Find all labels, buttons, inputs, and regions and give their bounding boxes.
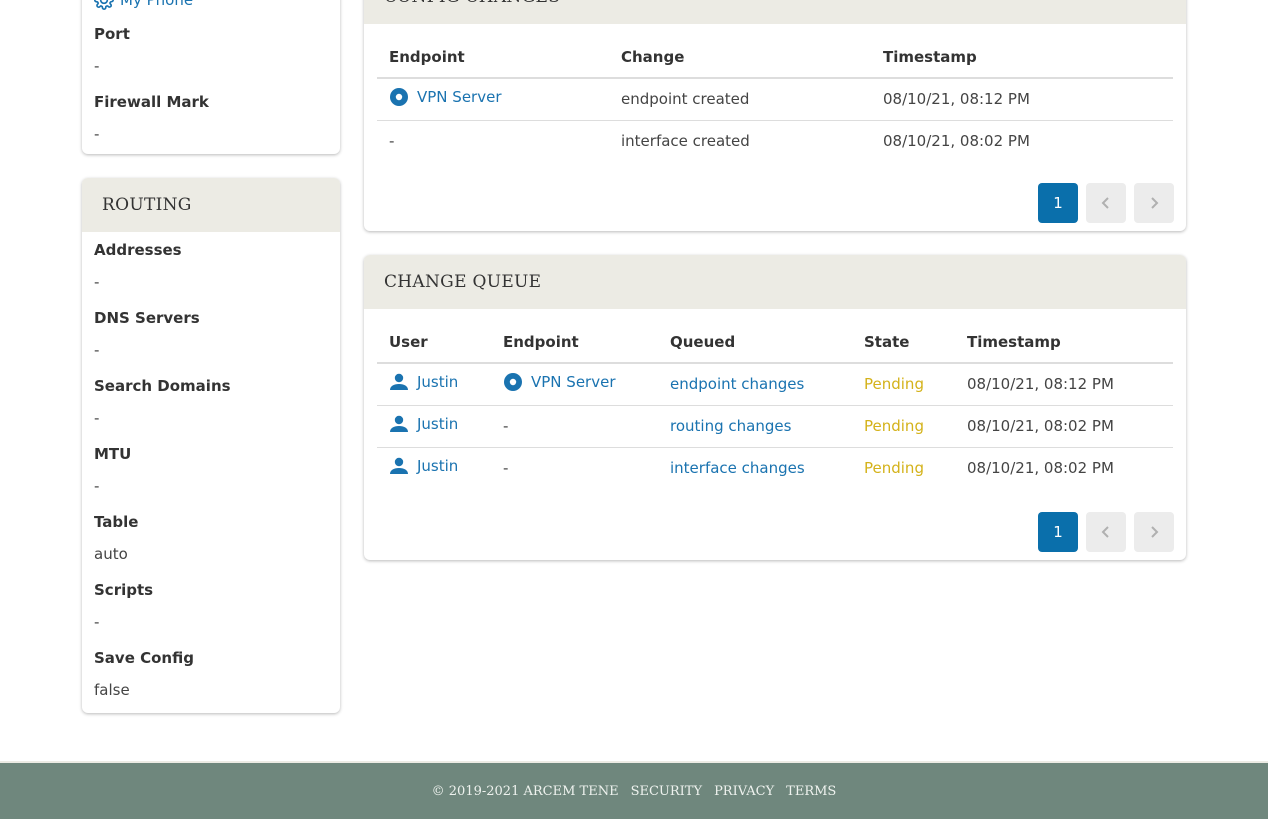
- security-link[interactable]: SECURITY: [631, 784, 702, 799]
- state-badge: Pending: [852, 363, 955, 406]
- table-row: VPN Server endpoint created 08/10/21, 08…: [377, 78, 1173, 121]
- col-change: Change: [609, 36, 871, 79]
- timestamp-cell: 08/10/21, 08:12 PM: [955, 363, 1173, 406]
- endpoint-name: VPN Server: [531, 373, 616, 392]
- queued-link[interactable]: routing changes: [670, 417, 791, 435]
- chevron-right-icon: [1151, 197, 1159, 209]
- mtu-label: MTU: [94, 445, 132, 463]
- user-link[interactable]: Justin: [389, 457, 458, 475]
- user-link[interactable]: Justin: [389, 373, 458, 391]
- config-pagination: 1: [1038, 183, 1174, 223]
- state-badge: Pending: [852, 405, 955, 448]
- user-link[interactable]: Justin: [389, 415, 458, 433]
- firewall-mark-value: -: [94, 125, 100, 143]
- change-cell: endpoint created: [609, 78, 871, 121]
- dns-servers-value: -: [94, 341, 100, 359]
- user-icon: [390, 458, 408, 475]
- table-row: Justin - routing changes Pending 08/10/2…: [377, 405, 1173, 448]
- chevron-right-icon: [1151, 526, 1159, 538]
- endpoint-name: VPN Server: [417, 88, 502, 107]
- privacy-link[interactable]: PRIVACY: [714, 784, 774, 799]
- col-user: User: [377, 321, 491, 364]
- port-label: Port: [94, 25, 130, 43]
- table-row: Justin - interface changes Pending 08/10…: [377, 447, 1173, 489]
- queue-pagination: 1: [1038, 512, 1174, 552]
- endpoint-cell: -: [491, 405, 658, 448]
- firewall-mark-label: Firewall Mark: [94, 93, 209, 111]
- interface-card: My Phone Port - Firewall Mark -: [82, 0, 340, 154]
- addresses-label: Addresses: [94, 241, 182, 259]
- config-changes-card: CONFIG CHANGES Endpoint Change Timestamp…: [364, 0, 1186, 231]
- change-queue-table: User Endpoint Queued State Timestamp Jus…: [377, 321, 1173, 489]
- user-name: Justin: [417, 457, 459, 476]
- copyright: © 2019-2021 ARCEM TENE: [431, 783, 619, 799]
- page-1-button[interactable]: 1: [1038, 512, 1078, 552]
- timestamp-cell: 08/10/21, 08:02 PM: [883, 132, 1030, 151]
- routing-card: ROUTING Addresses - DNS Servers - Search…: [82, 178, 340, 713]
- prev-page-button[interactable]: [1086, 512, 1126, 552]
- table-row: Justin VPN Server endpoint changes Pendi…: [377, 363, 1173, 406]
- my-phone-label: My Phone: [120, 0, 194, 9]
- endpoint-dot-icon: [390, 88, 408, 107]
- search-domains-value: -: [94, 409, 100, 427]
- change-queue-header: CHANGE QUEUE: [364, 255, 1186, 309]
- routing-header: ROUTING: [82, 178, 340, 232]
- timestamp-cell: 08/10/21, 08:12 PM: [871, 78, 1173, 121]
- scripts-label: Scripts: [94, 581, 154, 599]
- col-timestamp: Timestamp: [955, 321, 1173, 364]
- endpoint-cell: -: [503, 459, 509, 478]
- col-timestamp: Timestamp: [871, 36, 1173, 79]
- gear-icon: [94, 0, 114, 10]
- table-label: Table: [94, 513, 139, 531]
- chevron-left-icon: [1101, 526, 1109, 538]
- table-row: - interface created 08/10/21, 08:02 PM: [377, 120, 1173, 162]
- endpoint-link[interactable]: VPN Server: [503, 372, 616, 392]
- save-config-value: false: [94, 681, 130, 699]
- queued-link[interactable]: endpoint changes: [670, 375, 804, 393]
- col-endpoint: Endpoint: [491, 321, 658, 364]
- chevron-left-icon: [1101, 197, 1109, 209]
- page-1-button[interactable]: 1: [1038, 183, 1078, 223]
- search-domains-label: Search Domains: [94, 377, 231, 395]
- save-config-label: Save Config: [94, 649, 194, 667]
- change-queue-card: CHANGE QUEUE User Endpoint Queued State …: [364, 255, 1186, 560]
- timestamp-cell: 08/10/21, 08:02 PM: [967, 459, 1114, 478]
- prev-page-button[interactable]: [1086, 183, 1126, 223]
- col-queued: Queued: [658, 321, 852, 364]
- scripts-value: -: [94, 613, 100, 631]
- change-cell: interface created: [621, 132, 750, 151]
- user-icon: [390, 415, 408, 432]
- dns-servers-label: DNS Servers: [94, 309, 200, 327]
- state-badge: Pending: [864, 459, 924, 478]
- col-state: State: [852, 321, 955, 364]
- addresses-value: -: [94, 273, 100, 291]
- user-icon: [390, 374, 408, 391]
- endpoint-cell: -: [389, 132, 395, 151]
- terms-link[interactable]: TERMS: [786, 784, 836, 799]
- config-changes-header: CONFIG CHANGES: [364, 0, 1186, 24]
- mtu-value: -: [94, 477, 100, 495]
- port-value: -: [94, 57, 100, 75]
- col-endpoint: Endpoint: [377, 36, 609, 79]
- timestamp-cell: 08/10/21, 08:02 PM: [955, 405, 1173, 448]
- config-changes-table: Endpoint Change Timestamp VPN Server end…: [377, 36, 1173, 162]
- queued-link[interactable]: interface changes: [670, 459, 805, 477]
- endpoint-link[interactable]: VPN Server: [389, 87, 502, 107]
- endpoint-dot-icon: [504, 373, 522, 392]
- table-value: auto: [94, 545, 128, 563]
- user-name: Justin: [417, 373, 459, 392]
- my-phone-link[interactable]: My Phone: [94, 0, 193, 10]
- user-name: Justin: [417, 415, 459, 433]
- next-page-button[interactable]: [1134, 512, 1174, 552]
- footer: © 2019-2021 ARCEM TENE SECURITY PRIVACY …: [0, 761, 1268, 819]
- next-page-button[interactable]: [1134, 183, 1174, 223]
